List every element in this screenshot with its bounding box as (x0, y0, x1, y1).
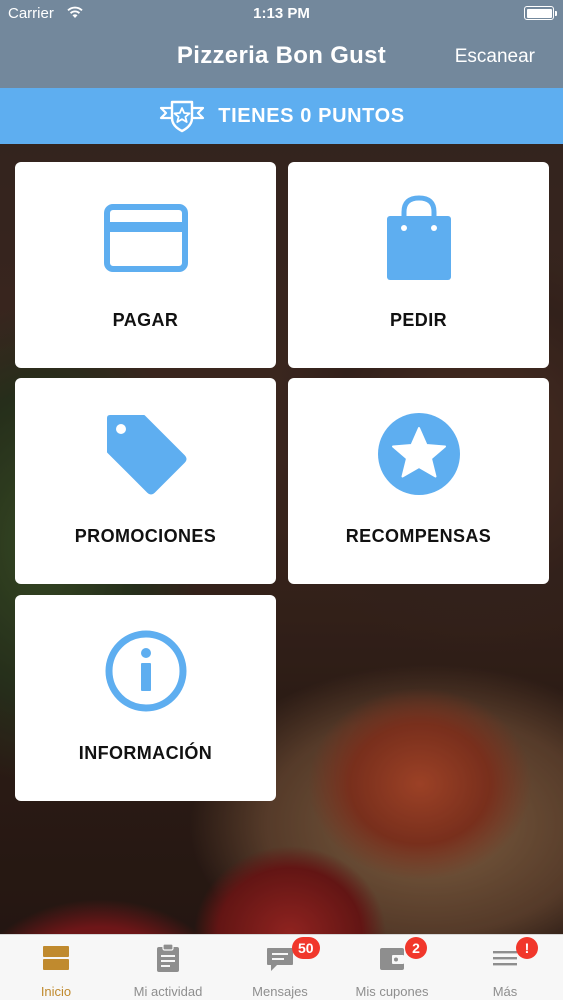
clipboard-icon (157, 943, 179, 972)
tile-label: PROMOCIONES (74, 526, 217, 546)
tab-coupons[interactable]: Mis cupones 2 (336, 935, 448, 1000)
tab-label: Inicio (40, 984, 72, 999)
tile-pay[interactable]: PAGAR (15, 162, 276, 368)
tile-order[interactable]: PEDIR (288, 162, 549, 368)
star-icon (377, 413, 460, 495)
tab-bar: Inicio Mi actividad Mensajes 50 Mis cupo… (0, 934, 563, 1000)
tile-label: PEDIR (389, 310, 447, 330)
scan-button[interactable]: Escanear (455, 46, 535, 68)
tile-label: INFORMACIÓN (78, 743, 213, 763)
tab-messages[interactable]: Mensajes 50 (224, 935, 336, 1000)
status-bar: Carrier 1:13 PM (0, 0, 563, 28)
credit-card-icon (103, 204, 188, 272)
points-label: TIENES 0 PUNTOS (218, 104, 405, 127)
tab-label: Mensajes (252, 984, 308, 999)
tab-activity[interactable]: Mi actividad (112, 935, 224, 1000)
tab-label: Mis cupones (355, 984, 429, 999)
tile-rewards[interactable]: RECOMPENSAS (288, 378, 549, 584)
shopping-bag-icon (386, 195, 451, 280)
unread-badge: 50 (292, 937, 320, 959)
info-icon (105, 630, 186, 712)
home-icon (43, 946, 69, 970)
coupon-badge: 2 (405, 937, 427, 959)
tab-home[interactable]: Inicio (0, 935, 112, 1000)
star-badge-icon (160, 100, 205, 133)
wallet-icon (380, 948, 404, 970)
tile-promotions[interactable]: PROMOCIONES (15, 378, 276, 584)
tile-information[interactable]: INFORMACIÓN (15, 595, 276, 801)
tag-icon (106, 415, 186, 495)
status-time: 1:13 PM (253, 5, 310, 22)
tile-label: RECOMPENSAS (345, 526, 492, 546)
tab-more[interactable]: Más ! (449, 935, 561, 1000)
tab-label: Mi actividad (133, 984, 203, 999)
tab-label: Más (492, 984, 518, 999)
tile-label: PAGAR (112, 310, 179, 330)
points-banner[interactable]: TIENES 0 PUNTOS (0, 88, 563, 144)
top-bar: Carrier 1:13 PM Pizzeria Bon Gust Escane… (0, 0, 563, 88)
chat-icon (267, 948, 293, 971)
alert-badge: ! (516, 937, 538, 959)
battery-icon (524, 6, 557, 20)
